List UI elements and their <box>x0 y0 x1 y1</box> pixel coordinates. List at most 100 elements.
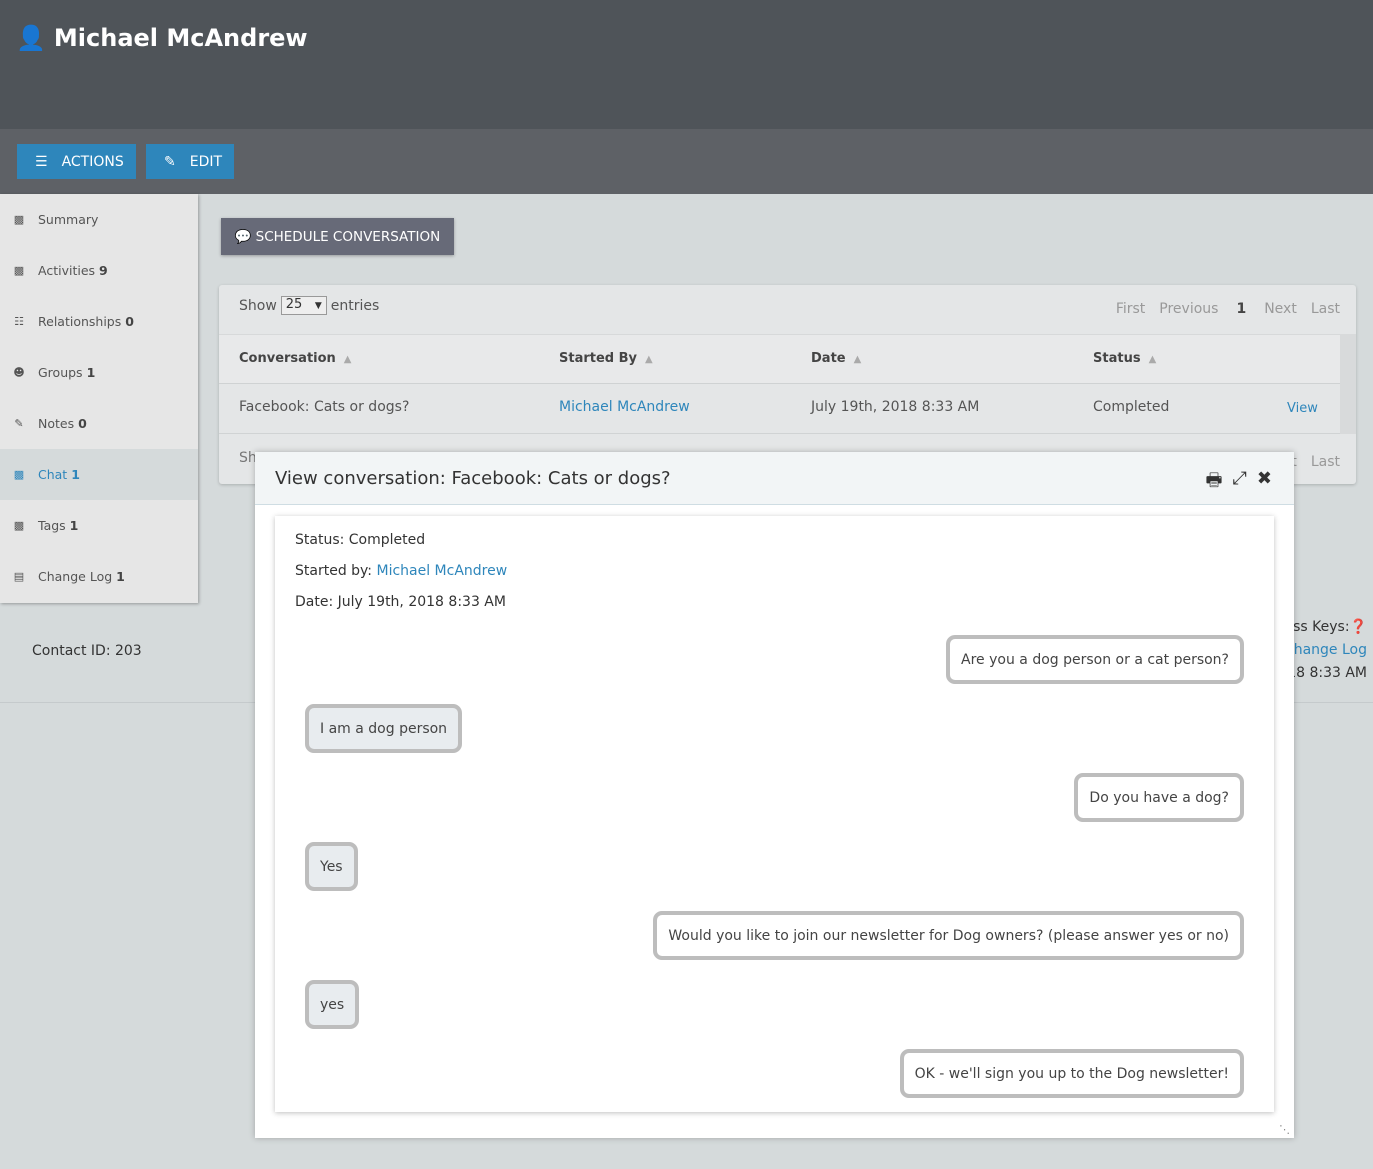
puzzle-icon: ▩ <box>13 468 25 481</box>
resize-handle-icon[interactable]: ⋱ <box>1279 1123 1290 1136</box>
dialog-header: View conversation: Facebook: Cats or dog… <box>255 452 1294 505</box>
last-page[interactable]: Last <box>1311 301 1340 317</box>
count-badge: 0 <box>78 416 87 431</box>
sidebar-item-change-log[interactable]: ▤ Change Log 1 <box>0 551 198 602</box>
pencil-icon: ✎ <box>14 417 24 430</box>
user-icon: 👤 <box>16 24 46 52</box>
cell-started-by-link[interactable]: Michael McAndrew <box>559 399 690 415</box>
label-text: Tags <box>38 518 66 533</box>
sidebar-item-label: Notes 0 <box>38 416 87 431</box>
agent-message: Would you like to join our newsletter fo… <box>653 911 1244 960</box>
label-text: Activities <box>38 263 96 278</box>
col-label: Started By <box>559 351 638 366</box>
count-badge: 1 <box>69 518 79 533</box>
sidebar-item-relationships[interactable]: ☷ Relationships 0 <box>0 296 198 347</box>
sidebar: ▩ Summary ▩ Activities 9 ☷ Relationships 0 ☻ G… <box>0 194 198 603</box>
count-badge: 0 <box>125 314 134 329</box>
close-icon[interactable]: ✖ <box>1257 468 1272 498</box>
sidebar-item-label: Activities 9 <box>38 263 108 278</box>
count-badge: 1 <box>71 467 80 482</box>
expand-icon[interactable]: ⤢ <box>1233 468 1247 498</box>
show-label: Show <box>239 297 277 314</box>
schedule-conversation-button[interactable]: 💬 SCHEDULE CONVERSATION <box>221 218 454 255</box>
page-size-select[interactable]: 25 ▼ <box>280 296 327 315</box>
message-text: I am a dog person <box>320 720 448 737</box>
sidebar-item-label: Tags 1 <box>38 518 78 533</box>
page-header <box>0 0 1373 129</box>
col-started-by[interactable]: Started By ▲ <box>559 351 653 366</box>
sidebar-item-label: Summary <box>38 212 98 227</box>
dialog-title: View conversation: Facebook: Cats or dog… <box>275 467 671 489</box>
message-text: OK - we'll sign you up to the Dog newsle… <box>914 1065 1229 1082</box>
previous-page[interactable]: Previous <box>1159 301 1218 317</box>
next-page[interactable]: Next <box>1264 301 1297 317</box>
edit-button[interactable]: ✎ EDIT <box>146 144 234 179</box>
contact-message: yes <box>305 980 360 1029</box>
conversation-started-by: Started by: Michael McAndrew <box>295 563 507 579</box>
puzzle-icon: ▩ <box>13 213 25 226</box>
sort-icon: ▲ <box>1148 354 1157 365</box>
pencil-icon: ✎ <box>164 153 176 170</box>
edit-label: EDIT <box>189 153 223 170</box>
count-badge: 9 <box>99 263 108 278</box>
page-length: Show 25 ▼ entries <box>239 296 379 315</box>
sort-icon: ▲ <box>645 354 653 365</box>
actions-button[interactable]: ☰ ACTIONS <box>17 144 136 179</box>
contact-id: Contact ID: 203 <box>32 643 142 659</box>
sidebar-item-groups[interactable]: ☻ Groups 1 <box>0 347 198 398</box>
print-icon[interactable]: 🖶 <box>1206 468 1223 498</box>
schedule-label: SCHEDULE CONVERSATION <box>255 228 441 245</box>
contact-message: I am a dog person <box>305 704 463 753</box>
sidebar-item-label: Change Log 1 <box>38 569 125 584</box>
col-date[interactable]: Date ▲ <box>811 351 861 366</box>
conversation-date: Date: July 19th, 2018 8:33 AM <box>295 594 506 610</box>
label-text: Chat <box>38 467 68 482</box>
sitemap-icon: ☷ <box>14 315 24 328</box>
col-label: Conversation <box>239 351 336 366</box>
sidebar-item-label: Relationships 0 <box>38 314 134 329</box>
first-page[interactable]: First <box>1116 301 1145 317</box>
help-icon[interactable]: ❓ <box>1350 619 1367 635</box>
entries-label: entries <box>330 297 380 314</box>
page-title: 👤 Michael McAndrew <box>16 24 308 52</box>
col-conversation[interactable]: Conversation ▲︎ <box>239 351 352 366</box>
cell-date: July 19th, 2018 8:33 AM <box>811 399 980 415</box>
page-size-value: 25 <box>285 297 303 312</box>
agent-message: Are you a dog person or a cat person? <box>946 635 1244 684</box>
col-status[interactable]: Status ▲ <box>1093 351 1156 366</box>
archive-icon: ▤ <box>13 570 25 583</box>
comment-icon: 💬 <box>234 228 252 245</box>
started-by-link[interactable]: Michael McAndrew <box>376 563 507 579</box>
sidebar-item-activities[interactable]: ▩ Activities 9 <box>0 245 198 296</box>
started-by-label: Started by: <box>295 563 377 579</box>
cell-conversation: Facebook: Cats or dogs? <box>239 399 410 415</box>
scrollbar[interactable] <box>1340 334 1356 434</box>
cell-status: Completed <box>1093 399 1170 415</box>
sort-icon: ▲ <box>853 354 862 365</box>
last-page[interactable]: Last <box>1311 454 1340 470</box>
sidebar-item-label: Chat 1 <box>38 467 80 482</box>
col-label: Status <box>1093 351 1141 366</box>
agent-message: Do you have a dog? <box>1074 773 1244 822</box>
current-page[interactable]: 1 <box>1232 301 1250 317</box>
dialog-controls: 🖶 ⤢ ✖ <box>1206 468 1273 498</box>
sidebar-item-tags[interactable]: ▩ Tags 1 <box>0 500 198 551</box>
message-text: yes <box>320 996 345 1013</box>
message-text: Are you a dog person or a cat person? <box>961 651 1229 668</box>
sidebar-item-notes[interactable]: ✎ Notes 0 <box>0 398 198 449</box>
caret-down-icon: ▼ <box>314 301 322 311</box>
label-text: Change Log <box>38 569 113 584</box>
sidebar-item-summary[interactable]: ▩ Summary <box>0 194 198 245</box>
count-badge: 1 <box>116 569 125 584</box>
actions-label: ACTIONS <box>61 153 124 170</box>
sidebar-item-label: Groups 1 <box>38 365 95 380</box>
label-text: Groups <box>38 365 83 380</box>
conversation-card: Status: Completed Started by: Michael Mc… <box>275 516 1274 1112</box>
users-icon: ☻ <box>13 366 25 379</box>
label-text: Relationships <box>38 314 122 329</box>
view-conversation-dialog: View conversation: Facebook: Cats or dog… <box>255 452 1294 1138</box>
sidebar-item-chat[interactable]: ▩ Chat 1 <box>0 449 198 500</box>
view-link[interactable]: View <box>1287 401 1318 416</box>
agent-message: OK - we'll sign you up to the Dog newsle… <box>899 1049 1244 1098</box>
count-badge: 1 <box>86 365 96 380</box>
